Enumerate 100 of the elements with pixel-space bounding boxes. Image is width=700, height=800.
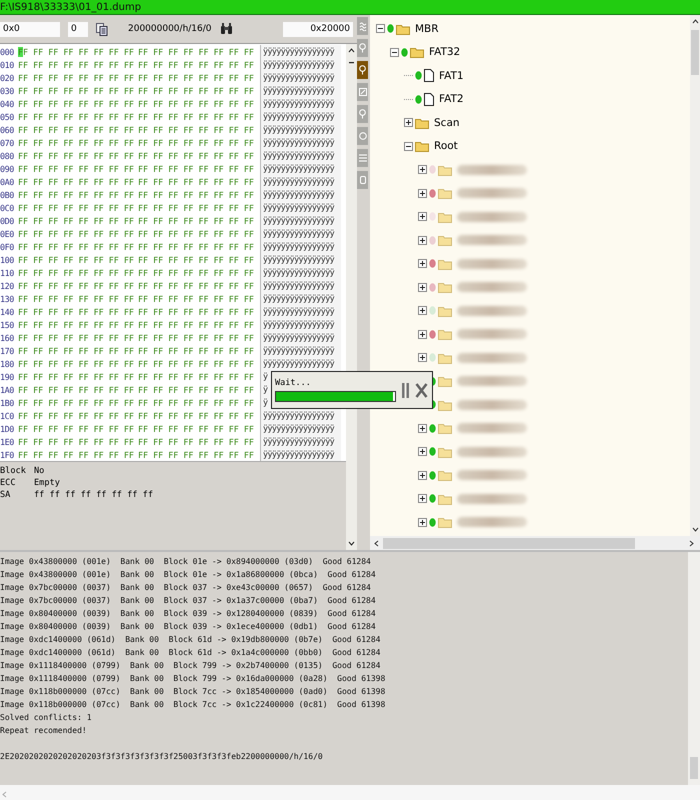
ring-icon <box>358 132 366 140</box>
expand-icon[interactable] <box>418 353 427 362</box>
collapse-icon[interactable] <box>376 24 385 34</box>
offset-label: 1A0 <box>0 384 15 394</box>
pause-icon[interactable] <box>401 382 410 398</box>
scrollbar[interactable] <box>688 552 700 785</box>
hex-bytes: FF FF FF FF FF FF FF FF <box>17 190 134 200</box>
ascii-text: ÿÿÿÿÿÿÿÿÿÿÿÿÿÿÿÿ <box>260 162 341 175</box>
hex-bytes: FF FF FF FF FF FF FF FF <box>17 202 134 212</box>
scroll-right-icon[interactable] <box>689 540 694 546</box>
collapse-icon[interactable] <box>404 142 413 151</box>
hex-bytes: FF FF FF FF FF FF FF FF <box>17 164 134 174</box>
expand-icon[interactable] <box>418 212 427 222</box>
expand-icon[interactable] <box>418 518 427 527</box>
hex-bytes: FF FF FF FF FF FF FF FF <box>137 202 254 212</box>
ascii-text: ÿÿÿÿÿÿÿÿÿÿÿÿÿÿÿÿ <box>260 58 341 71</box>
tree-item[interactable]: FAT1 <box>439 70 464 82</box>
scroll-down-icon[interactable] <box>692 527 698 532</box>
scrollbar[interactable] <box>690 15 700 536</box>
info-label: SA <box>0 490 12 502</box>
size-field[interactable]: 0x20000 <box>283 22 353 36</box>
hex-bytes: FF FF FF FF FF FF FF FF <box>137 384 254 394</box>
scroll-up-icon[interactable] <box>692 19 698 24</box>
tree-item[interactable]: FAT2 <box>439 93 464 106</box>
log-line: Solved conflicts: 1 <box>0 712 93 724</box>
offset-label: 180 <box>0 358 15 368</box>
hex-bytes: FF FF FF FF FF FF FF FF <box>17 268 134 278</box>
expand-icon[interactable] <box>418 470 427 480</box>
expand-icon[interactable] <box>418 165 427 174</box>
ascii-text: ÿÿÿÿÿÿÿÿÿÿÿÿÿÿÿÿ <box>260 227 341 240</box>
scroll-thumb[interactable] <box>691 30 699 75</box>
folder-icon <box>438 398 452 411</box>
offset-label: 070 <box>0 138 15 148</box>
bulb-icon <box>359 65 366 75</box>
folder-icon <box>438 469 452 482</box>
folder-icon <box>438 210 452 223</box>
hex-bytes: FF FF FF FF FF FF FF FF <box>137 268 254 278</box>
expand-icon[interactable] <box>418 188 427 198</box>
folder-icon <box>415 140 429 152</box>
folder-icon <box>438 375 452 388</box>
ascii-text: ÿÿÿÿÿÿÿÿÿÿÿÿÿÿÿÿ <box>260 266 341 279</box>
hex-bytes: FF FF FF FF FF FF FF FF <box>17 72 134 82</box>
hex-bytes: FF FF FF FF FF FF FF FF <box>17 60 134 70</box>
offset-field[interactable]: 0x0 <box>0 22 60 36</box>
list-icon <box>358 154 366 162</box>
scrollbar[interactable] <box>370 536 700 550</box>
hex-bytes: FF FF FF FF FF FF FF FF <box>137 46 254 56</box>
expand-icon[interactable] <box>418 282 427 292</box>
hex-bytes: FF FF FF FF FF FF FF FF <box>137 372 254 382</box>
binoculars-icon[interactable] <box>220 23 233 35</box>
log-line: Image 0x80400000 (0039) Bank 00 Block 039 -> 0x1ece400000 (0db1) Good 61284 <box>0 621 377 633</box>
folder-icon <box>438 304 452 317</box>
scroll-down-icon[interactable] <box>348 541 355 546</box>
expand-icon[interactable] <box>418 236 427 245</box>
expand-icon[interactable] <box>418 494 427 504</box>
expand-icon[interactable] <box>418 447 427 456</box>
offset-label: 150 <box>0 320 15 330</box>
offset-label: 120 <box>0 280 15 290</box>
offset-label: 0B0 <box>0 190 15 200</box>
bulb-icon <box>359 109 366 119</box>
scroll-thumb[interactable] <box>383 538 635 548</box>
tool-button[interactable] <box>357 61 368 79</box>
ascii-text: ÿÿÿÿÿÿÿÿÿÿÿÿÿÿÿÿ <box>260 279 341 292</box>
hex-bytes: FF FF FF FF FF FF FF FF <box>17 242 134 252</box>
scrollbar[interactable] <box>0 785 700 800</box>
count-field[interactable]: 0 <box>68 22 88 36</box>
scroll-left-icon[interactable] <box>374 540 379 546</box>
offset-label: 130 <box>0 294 15 304</box>
collapse-icon[interactable] <box>390 48 399 57</box>
blurred-label <box>457 470 527 480</box>
expand-icon[interactable] <box>404 118 413 128</box>
hex-bytes: FF FF FF FF FF FF FF FF <box>17 424 134 434</box>
hex-bytes: FF FF FF FF FF FF FF FF <box>17 124 134 134</box>
expand-icon[interactable] <box>418 424 427 433</box>
ascii-text: ÿÿÿÿÿÿÿÿÿÿÿÿÿÿÿÿ <box>260 71 341 84</box>
ascii-text: ÿÿÿÿÿÿÿÿÿÿÿÿÿÿÿÿ <box>260 175 341 188</box>
scroll-thumb[interactable] <box>690 757 698 779</box>
expand-icon[interactable] <box>418 330 427 339</box>
ascii-text: ÿÿÿÿÿÿÿÿÿÿÿÿÿÿÿÿ <box>260 45 341 58</box>
tree-item[interactable]: FAT32 <box>429 46 460 58</box>
log-line: Image 0x7bc00000 (0037) Bank 00 Block 037 -> 0x1a37c00000 (0ba7) Good 61284 <box>0 595 377 607</box>
tree-item[interactable]: Root <box>434 140 458 152</box>
hex-bytes: FF FF FF FF FF FF FF FF <box>17 98 134 108</box>
hex-bytes: FF FF FF FF FF FF FF FF <box>137 72 254 82</box>
ascii-text: ÿÿÿÿÿÿÿÿÿÿÿÿÿÿÿÿ <box>260 448 341 461</box>
hex-bytes: FF FF FF FF FF FF FF FF <box>137 176 254 186</box>
tree-item[interactable]: MBR <box>415 22 439 35</box>
scrollbar[interactable] <box>346 44 357 550</box>
close-icon[interactable] <box>415 382 428 398</box>
copy-icon[interactable] <box>96 22 108 36</box>
file-icon <box>424 69 434 82</box>
log-line: Image 0x43800000 (001e) Bank 00 Block 01e -> 0x894000000 (03d0) Good 61284 <box>0 556 372 568</box>
hex-bytes: FF FF FF FF FF FF FF FF <box>137 254 254 264</box>
minus-icon[interactable] <box>349 62 354 64</box>
tree-item[interactable]: Scan <box>434 116 460 129</box>
expand-icon[interactable] <box>418 306 427 316</box>
ascii-text: ÿÿÿÿÿÿÿÿÿÿÿÿÿÿÿÿ <box>260 136 341 149</box>
expand-icon[interactable] <box>418 259 427 268</box>
scroll-up-icon[interactable] <box>348 48 355 53</box>
folder-icon <box>438 281 452 294</box>
